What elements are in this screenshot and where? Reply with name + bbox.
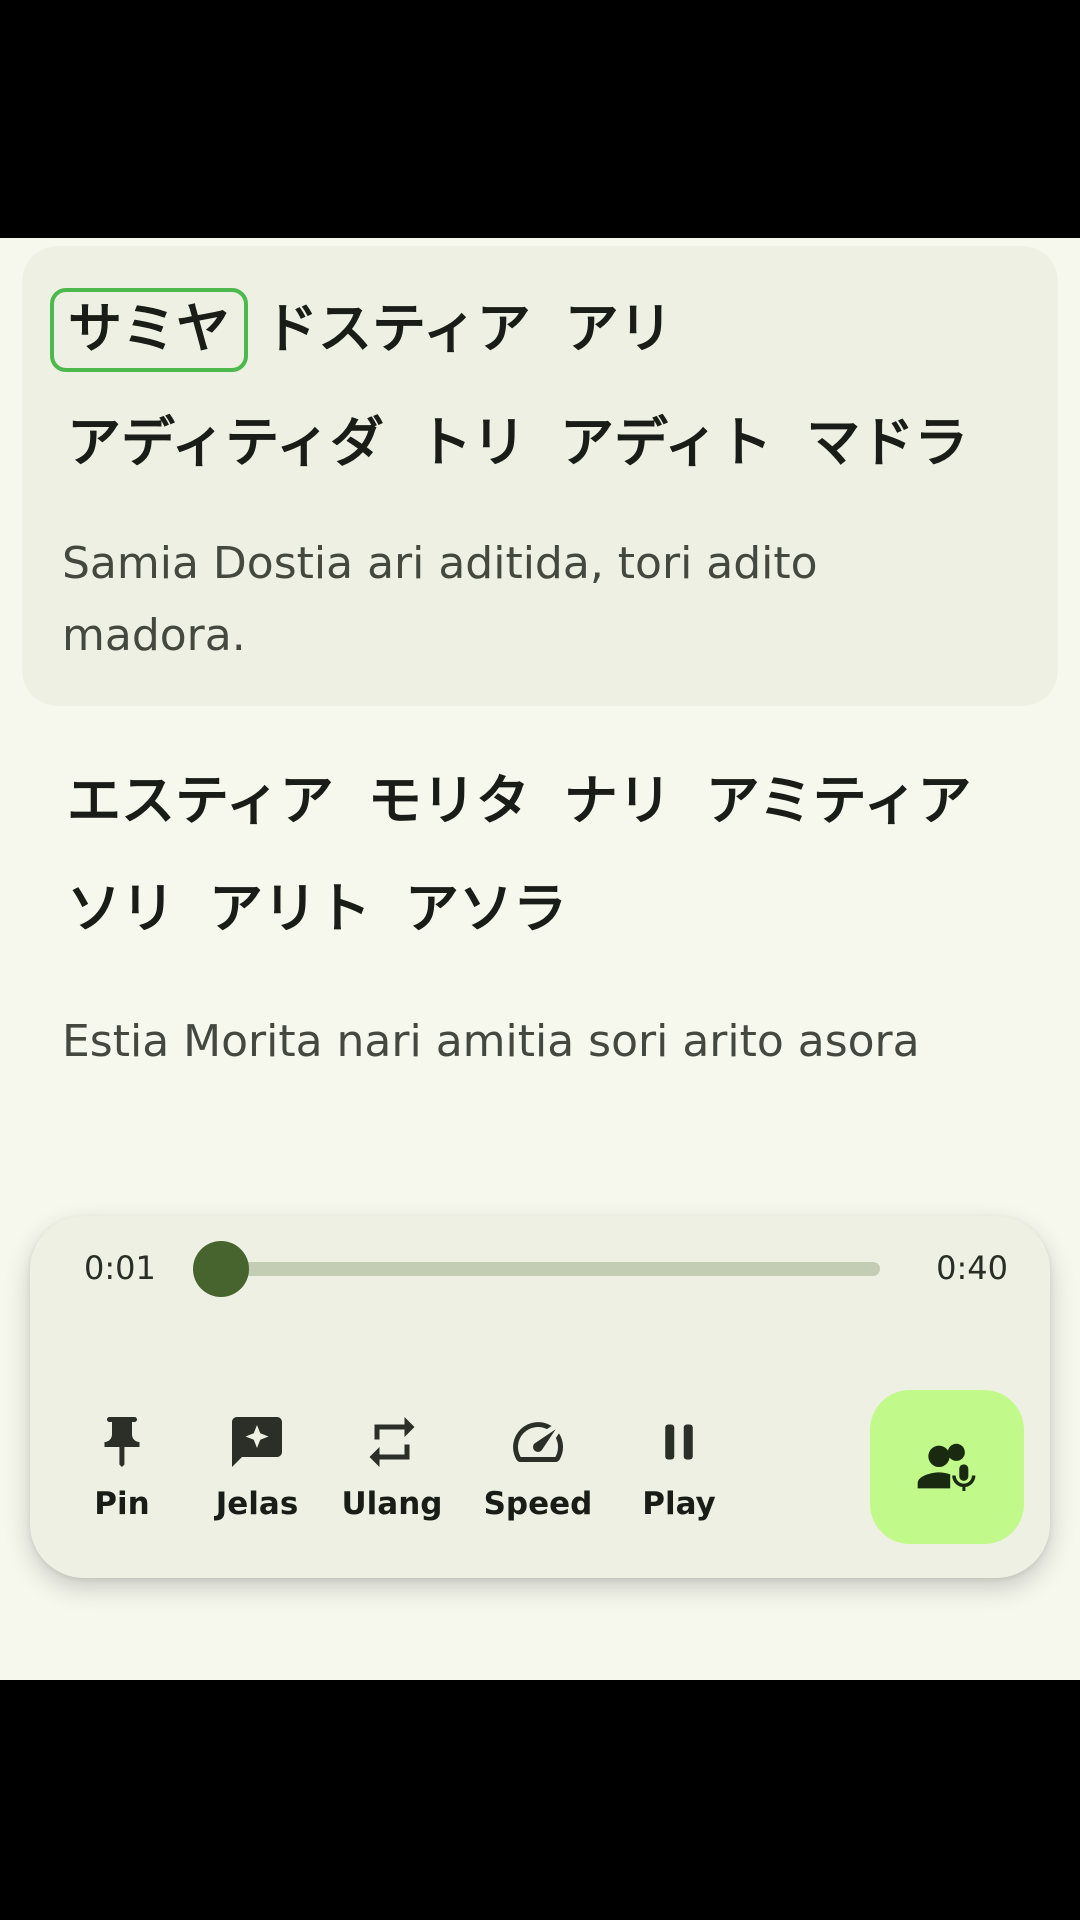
word[interactable]: アリ	[565, 302, 673, 356]
progress-slider[interactable]	[192, 1241, 880, 1297]
word[interactable]: アディト	[560, 416, 772, 470]
repeat-label: Ulang	[341, 1486, 443, 1522]
progress-thumb[interactable]	[192, 1241, 249, 1297]
active-sentence-card[interactable]: サミヤ ドスティア アリ アディティダ トリ アディト マドラ Samia Dostia …	[22, 246, 1058, 706]
word[interactable]: ソリ	[67, 882, 175, 936]
word[interactable]: アディティダ	[67, 416, 384, 470]
total-time: 0:40	[936, 1249, 1008, 1287]
sentence-2-line-1: エスティア モリタ ナリ アミティア	[67, 774, 1005, 828]
explain-button[interactable]: Jelas	[192, 1412, 322, 1522]
word[interactable]: トリ	[418, 416, 526, 470]
pause-icon	[665, 1424, 693, 1460]
word[interactable]: ドスティア	[264, 302, 531, 356]
sentence-1-line-1: サミヤ ドスティア アリ	[50, 288, 707, 372]
sentence-2-translation: Estia Morita nari amitia sori arito asor…	[62, 1016, 920, 1067]
word[interactable]: アリト	[209, 882, 371, 936]
word-current[interactable]: サミヤ	[50, 288, 248, 372]
current-time: 0:01	[84, 1249, 156, 1287]
word[interactable]: アミティア	[706, 774, 972, 828]
word[interactable]: エスティア	[67, 774, 334, 828]
explain-label: Jelas	[215, 1486, 299, 1522]
repeat-icon	[369, 1417, 415, 1467]
voice-practice-button[interactable]	[870, 1390, 1024, 1544]
sentence-1-line-2: アディティダ トリ アディト マドラ	[67, 416, 1002, 470]
word[interactable]: アソラ	[405, 882, 567, 936]
sentence-1-translation: Samia Dostia ari aditida, tori adito mad…	[62, 538, 818, 661]
sparkle-comment-icon	[232, 1417, 282, 1467]
audio-player-panel: 0:01 0:40 Pin Jelas Ulang Speed Play	[30, 1216, 1050, 1578]
repeat-button[interactable]: Ulang	[327, 1412, 457, 1522]
speed-label: Speed	[483, 1486, 593, 1522]
word[interactable]: マドラ	[806, 416, 968, 470]
pin-label: Pin	[94, 1486, 150, 1522]
pin-icon	[104, 1417, 140, 1467]
word[interactable]: モリタ	[368, 774, 530, 828]
sentence-block[interactable]: エスティア モリタ ナリ アミティア ソリ アリト アソラ Estia Morita na…	[22, 748, 1058, 1108]
speedometer-icon	[513, 1422, 563, 1462]
word[interactable]: ナリ	[564, 774, 672, 828]
reader-screen: サミヤ ドスティア アリ アディティダ トリ アディト マドラ Samia Dostia …	[0, 238, 1080, 1680]
play-label: Play	[642, 1486, 716, 1522]
speed-button[interactable]: Speed	[473, 1412, 603, 1522]
pin-button[interactable]: Pin	[57, 1412, 187, 1522]
play-pause-button[interactable]: Play	[614, 1412, 744, 1522]
voice-people-icon	[917, 1443, 976, 1491]
sentence-2-line-2: ソリ アリト アソラ	[67, 882, 601, 936]
